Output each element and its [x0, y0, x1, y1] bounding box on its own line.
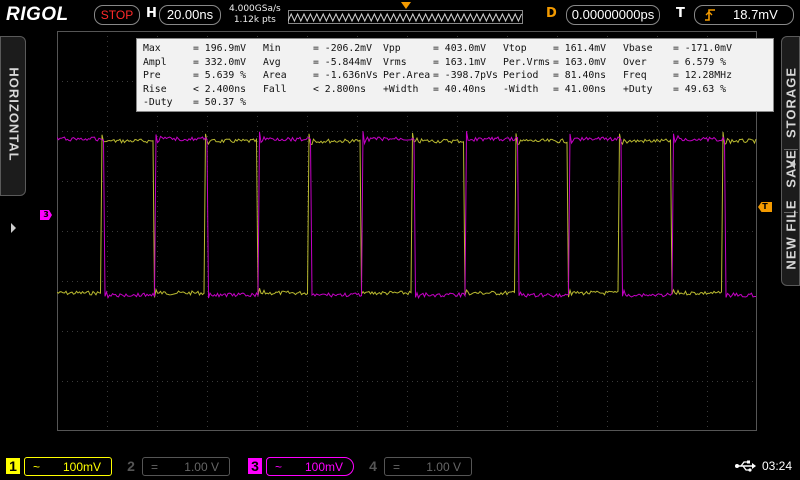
measurement-value: < 2.800ns: [313, 83, 367, 95]
channel-3-trace: [57, 131, 756, 300]
measurement-name: Vpp: [383, 43, 401, 54]
horizontal-menu-tab[interactable]: HORIZONTAL: [0, 36, 26, 233]
measurement-value: = 196.9mV: [193, 43, 247, 54]
measurement-name: +Duty: [623, 83, 653, 95]
measurement-name: Area: [263, 70, 287, 82]
measurement-value: = 50.37 %: [193, 97, 247, 109]
measurement-value: = 49.63 %: [673, 83, 727, 95]
ac-coupling-icon: ~: [275, 460, 283, 474]
delay-label: D: [546, 6, 557, 21]
channel-1-scale: 100mV: [62, 460, 101, 474]
trigger-level-value: 18.7mV: [733, 7, 778, 22]
trigger-position-bar[interactable]: [288, 10, 523, 24]
channel-3-scale: 100mV: [304, 460, 343, 474]
measurement-name: +Width: [383, 83, 419, 95]
measurement-value: = -1.636nVs: [313, 70, 378, 82]
channel-1-number[interactable]: 1: [6, 458, 20, 474]
ac-coupling-icon: ~: [33, 460, 41, 474]
clock-time: 03:24: [762, 459, 793, 473]
measurement-value: = 5.639 %: [193, 70, 247, 82]
measurement-value: = 403.0mV: [433, 43, 487, 54]
collapse-arrow-icon[interactable]: [790, 159, 795, 169]
usb-icon: [735, 460, 756, 472]
measurement-name: Vrms: [383, 56, 407, 68]
measurement-name: -Duty: [143, 97, 173, 109]
channel-1-trace: [57, 131, 757, 298]
measurement-name: Fall: [263, 83, 287, 95]
measurement-name: Period: [503, 70, 539, 82]
measurement-name: Per.Vrms: [503, 56, 551, 68]
trigger-position-marker[interactable]: [401, 2, 411, 9]
measurement-name: Per.Area: [383, 70, 431, 82]
measurement-name: Avg: [263, 56, 281, 68]
channel-4-number[interactable]: 4: [366, 458, 380, 474]
measurement-name: Ampl: [143, 56, 167, 68]
measurement-name: Max: [143, 43, 161, 54]
horizontal-label: H: [146, 6, 157, 21]
measurement-value: = 161.4mV: [553, 43, 607, 54]
rising-edge-icon: [705, 9, 715, 21]
horizontal-tab-label: HORIZONTAL: [6, 67, 22, 162]
measurement-value: = 40.40ns: [433, 83, 487, 95]
memory-overview-zigzag: [288, 12, 523, 23]
measurement-value: = 163.1mV: [433, 56, 487, 68]
measurement-name: Over: [623, 56, 647, 68]
storage-menu-tab[interactable]: STORAGE SAVE NEW FILE: [781, 36, 800, 286]
measurement-name: Vbase: [623, 43, 653, 54]
measurement-name: Pre: [143, 70, 161, 82]
channel-2-scale: 1.00 V: [184, 460, 219, 474]
dc-coupling-icon: =: [393, 460, 401, 474]
measurement-value: = -206.2mV: [313, 43, 372, 54]
acquisition-info: 4.000GSa/s 1.12k pts: [229, 4, 281, 26]
measurement-value: = 41.00ns: [553, 83, 607, 95]
measurement-value: = -171.0mV: [673, 43, 732, 54]
channel-3-number[interactable]: 3: [248, 458, 262, 474]
measurement-name: Min: [263, 43, 281, 54]
channel-2-settings[interactable]: = 1.00 V: [142, 457, 230, 476]
measurement-value: < 2.400ns: [193, 83, 247, 95]
brand-logo: RIGOL: [6, 4, 69, 25]
expand-arrow-icon: [11, 223, 16, 233]
timebase-value[interactable]: 20.00ns: [159, 5, 221, 25]
new-file-tab-label[interactable]: NEW FILE: [784, 180, 799, 290]
trigger-level-marker[interactable]: T: [758, 202, 772, 212]
sample-rate: 4.000GSa/s: [229, 4, 281, 14]
measurement-results-panel: Max = 196.9mV Min = -206.2mV Vpp = 403.0mV Vto…: [136, 38, 774, 112]
channel-1-settings[interactable]: ~ 100mV: [24, 457, 112, 476]
channel-4-scale: 1.00 V: [426, 460, 461, 474]
measurement-name: Vtop: [503, 43, 527, 54]
channel-4-settings[interactable]: = 1.00 V: [384, 457, 472, 476]
channel-3-offset-marker[interactable]: 3: [40, 210, 52, 220]
horizontal-delay-value[interactable]: 0.00000000ps: [566, 5, 660, 25]
memory-depth: 1.12k pts: [233, 15, 276, 25]
measurement-name: Rise: [143, 83, 167, 95]
channel-3-settings[interactable]: ~ 100mV: [266, 457, 354, 476]
measurement-value: = -398.7pVs: [433, 70, 498, 82]
measurement-value: = 12.28MHz: [673, 70, 732, 82]
measurement-value: = -5.844mV: [313, 56, 372, 68]
channel-2-number[interactable]: 2: [124, 458, 138, 474]
measurement-value: = 332.0mV: [193, 56, 247, 68]
measurement-value: = 81.40ns: [553, 70, 607, 82]
dc-coupling-icon: =: [151, 460, 159, 474]
trigger-label: T: [676, 6, 685, 21]
measurement-value: = 6.579 %: [673, 56, 727, 68]
measurement-value: = 163.0mV: [553, 56, 607, 68]
measurement-name: Freq: [623, 70, 647, 82]
run-stop-status[interactable]: STOP: [94, 5, 140, 25]
measurement-name: -Width: [503, 83, 539, 95]
